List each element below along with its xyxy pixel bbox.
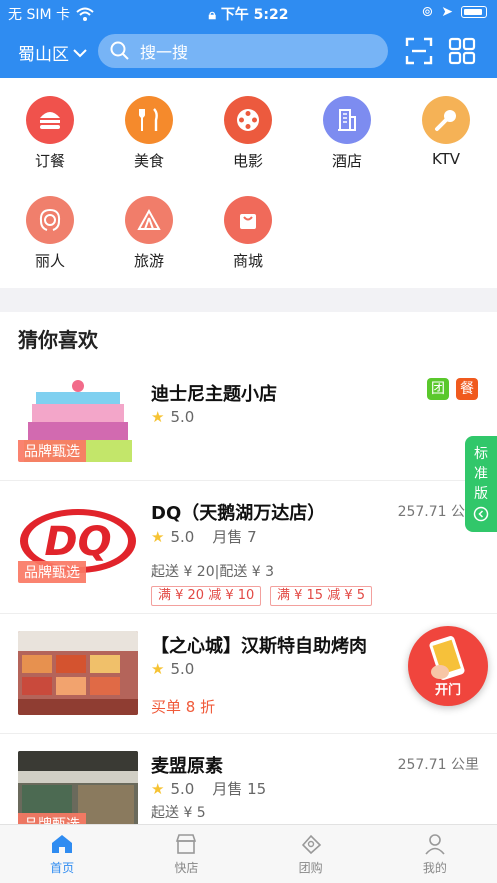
woman-face-icon bbox=[26, 196, 74, 244]
category-ktv[interactable]: KTV bbox=[406, 96, 486, 168]
delivery-info: 起送 ¥ 20|配送 ¥ 3 bbox=[151, 564, 275, 580]
category-grid: 订餐 美食 电影 酒店 KTV 丽人 旅游 商城 bbox=[0, 78, 497, 288]
standard-version-button[interactable]: 标准版 bbox=[465, 436, 497, 532]
open-door-label: 开门 bbox=[434, 683, 461, 698]
store-icon bbox=[176, 834, 197, 854]
category-movie[interactable]: 电影 bbox=[208, 96, 288, 171]
delivery-info: 起送 ¥ 5 bbox=[151, 805, 206, 821]
category-label: 订餐 bbox=[34, 152, 65, 170]
tab-label: 我的 bbox=[422, 861, 447, 875]
shop-name: 迪士尼主题小店 bbox=[151, 384, 277, 405]
brand-tag: 品牌甄选 bbox=[18, 813, 86, 824]
list-item[interactable]: 品牌甄选 麦盟原素 257.71 公里 ★ 5.0 月售 15 起送 ¥ 5 bbox=[0, 733, 497, 824]
shop-rating: ★ 5.0 bbox=[151, 660, 194, 678]
shop-rating: ★ 5.0 月售 7 bbox=[151, 526, 257, 547]
distance: 257.71 公里 bbox=[397, 757, 479, 773]
brand-tag: 品牌甄选 bbox=[18, 561, 86, 583]
promo-tag: 满 ¥ 15 减 ¥ 5 bbox=[270, 586, 373, 606]
category-label: 美食 bbox=[133, 152, 164, 170]
status-bar: 无 SIM 卡 🔒︎ 下午 5:22 ⊚ ➤ bbox=[0, 0, 497, 26]
category-label: 酒店 bbox=[331, 152, 362, 170]
shop-image: DQ 品牌甄选 bbox=[18, 499, 138, 583]
bottom-tab-bar: 首页 快店 团购 我的 bbox=[0, 824, 497, 883]
tent-icon bbox=[125, 196, 173, 244]
category-mall[interactable]: 商城 bbox=[208, 196, 288, 271]
category-label: 商城 bbox=[232, 252, 263, 270]
star-icon: ★ bbox=[151, 779, 165, 798]
monthly-sales: 月售 15 bbox=[212, 780, 267, 798]
grid-menu-icon[interactable] bbox=[448, 37, 476, 65]
monthly-sales: 月售 7 bbox=[212, 528, 257, 546]
brand-tag: 品牌甄选 bbox=[18, 440, 86, 462]
building-icon bbox=[323, 96, 371, 144]
dining-badge: 餐 bbox=[456, 378, 478, 400]
circle-arrow-left-icon bbox=[473, 506, 489, 522]
location-arrow-icon: ➤ bbox=[441, 4, 453, 20]
category-hotel[interactable]: 酒店 bbox=[307, 96, 387, 171]
film-reel-icon bbox=[224, 96, 272, 144]
list-item[interactable]: 品牌甄选 迪士尼主题小店 ★ 5.0 团 餐 bbox=[0, 362, 497, 480]
category-label: KTV bbox=[431, 150, 461, 168]
svg-text:DQ: DQ bbox=[44, 519, 111, 565]
shopping-bag-icon bbox=[224, 196, 272, 244]
category-label: 电影 bbox=[232, 152, 263, 170]
scan-icon[interactable] bbox=[405, 37, 433, 65]
chevron-down-icon bbox=[73, 48, 87, 57]
top-header: 无 SIM 卡 🔒︎ 下午 5:22 ⊚ ➤ 蜀山区 搜一搜 bbox=[0, 0, 497, 78]
person-icon bbox=[425, 834, 445, 855]
recommend-list: 猜你喜欢 品牌甄选 迪士尼主题小店 ★ 5.0 团 餐 DQ 品牌甄选 DQ（天… bbox=[0, 312, 497, 824]
shop-rating: ★ 5.0 bbox=[151, 408, 194, 426]
rating-value: 5.0 bbox=[170, 408, 195, 426]
burger-icon bbox=[26, 96, 74, 144]
tab-label: 团购 bbox=[298, 861, 323, 875]
home-icon bbox=[52, 835, 73, 853]
shop-image bbox=[18, 631, 138, 715]
tab-group-buy[interactable]: 团购 bbox=[249, 825, 373, 883]
category-beauty[interactable]: 丽人 bbox=[10, 196, 90, 271]
shop-name: DQ（天鹅湖万达店） bbox=[151, 503, 326, 524]
lock-icon: 🔒︎ bbox=[208, 7, 216, 23]
star-icon: ★ bbox=[151, 660, 165, 678]
tab-label: 快店 bbox=[174, 861, 199, 875]
group-buy-badge: 团 bbox=[427, 378, 449, 400]
discount-text: 买单 8 折 bbox=[151, 698, 216, 716]
rating-value: 5.0 bbox=[170, 660, 195, 678]
category-label: 丽人 bbox=[34, 252, 65, 270]
city-label: 蜀山区 bbox=[18, 45, 69, 65]
category-food[interactable]: 美食 bbox=[109, 96, 189, 171]
rating-value: 5.0 bbox=[170, 779, 195, 798]
tab-home[interactable]: 首页 bbox=[0, 825, 124, 883]
tab-quick-shop[interactable]: 快店 bbox=[124, 825, 248, 883]
fork-knife-icon bbox=[125, 96, 173, 144]
tab-profile[interactable]: 我的 bbox=[373, 825, 497, 883]
standard-version-label: 标准版 bbox=[474, 446, 488, 502]
microphone-icon bbox=[422, 96, 470, 144]
tab-label: 首页 bbox=[50, 861, 75, 875]
shop-image: 品牌甄选 bbox=[18, 751, 138, 824]
ticket-icon bbox=[301, 834, 321, 855]
star-icon: ★ bbox=[151, 408, 165, 426]
shop-image: 品牌甄选 bbox=[18, 378, 138, 462]
search-icon bbox=[110, 41, 129, 60]
battery-icon bbox=[461, 6, 487, 18]
rotation-lock-icon: ⊚ bbox=[421, 4, 434, 20]
category-label: 旅游 bbox=[133, 252, 164, 270]
category-travel[interactable]: 旅游 bbox=[109, 196, 189, 271]
clock-text: 下午 5:22 bbox=[220, 7, 289, 23]
list-item[interactable]: DQ 品牌甄选 DQ（天鹅湖万达店） 257.71 公里 ★ 5.0 月售 7 … bbox=[0, 480, 497, 613]
open-door-button[interactable]: 开门 bbox=[408, 626, 488, 706]
section-title: 猜你喜欢 bbox=[18, 328, 98, 352]
rating-value: 5.0 bbox=[170, 527, 195, 546]
shop-name: 麦盟原素 bbox=[151, 756, 223, 777]
shop-name: 【之心城】汉斯特自助烤肉 bbox=[151, 636, 367, 657]
star-icon: ★ bbox=[151, 527, 165, 546]
promo-tag: 满 ¥ 20 减 ¥ 10 bbox=[151, 586, 262, 606]
shop-rating: ★ 5.0 月售 15 bbox=[151, 778, 266, 799]
category-order-food[interactable]: 订餐 bbox=[10, 96, 90, 171]
search-input[interactable]: 搜一搜 bbox=[98, 34, 388, 68]
search-placeholder: 搜一搜 bbox=[140, 43, 189, 62]
city-selector[interactable]: 蜀山区 bbox=[18, 40, 87, 65]
